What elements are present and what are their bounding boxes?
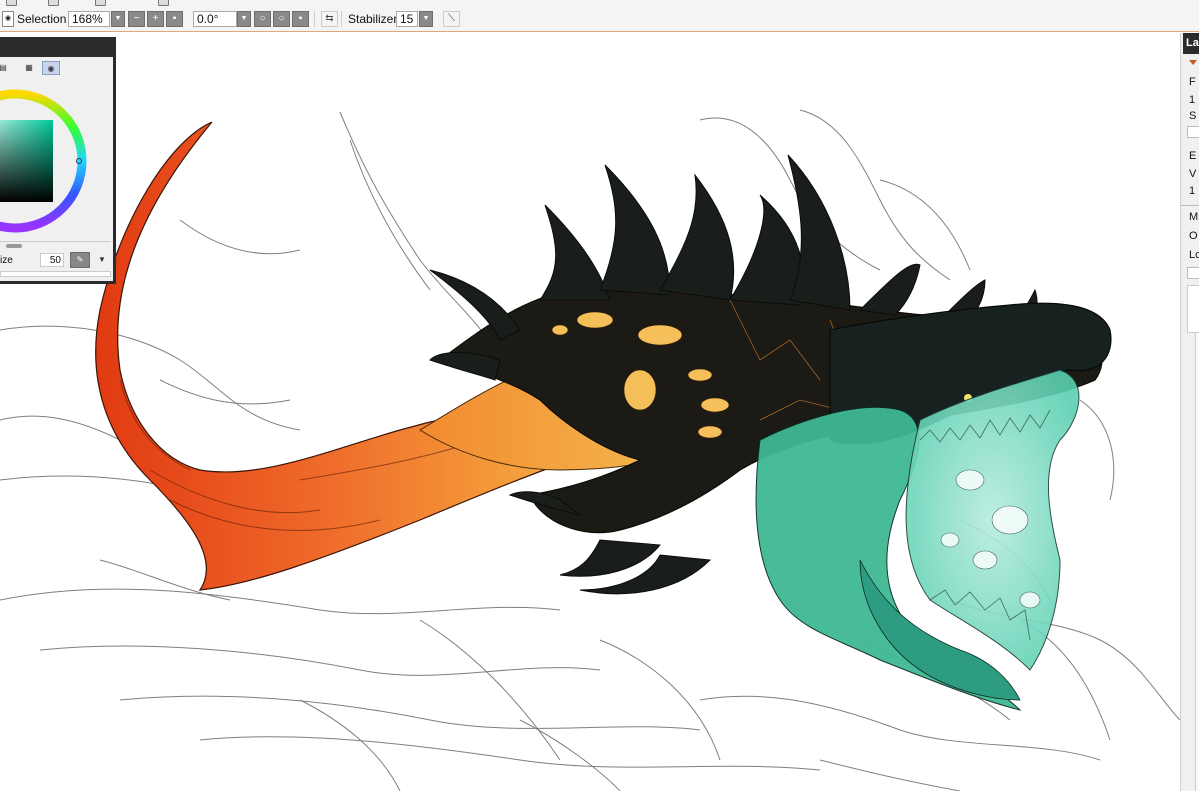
layer-lock-label: Lc [1189, 249, 1199, 261]
brush-size-label: ize [0, 255, 13, 266]
stabilizer-label: Stabilizer [348, 12, 398, 26]
layer-opacity-label: O [1189, 230, 1198, 242]
zoom-plus-icon[interactable]: + [147, 11, 164, 27]
layer-prop-label: 1 [1189, 94, 1196, 106]
toolbar-divider [314, 11, 315, 27]
rotate-reset-icon[interactable]: ▪ [292, 11, 309, 27]
layer-prop-label: 1 [1189, 185, 1196, 197]
layer-panel: La F 1 S E V 1 M O Lc [1180, 33, 1199, 791]
brush-size-chevron-down-icon[interactable]: ▼ [98, 253, 106, 267]
stabilizer-dropdown-chevron-down-icon[interactable]: ▼ [419, 11, 433, 27]
color-panel-body: ▤ ▦ ◉ ize 50 ✎ ▼ [0, 57, 113, 281]
zoom-reset-icon[interactable]: ▪ [166, 11, 183, 27]
layer-panel-title: La [1183, 33, 1199, 54]
color-slider-handle[interactable] [6, 244, 22, 248]
selection-label[interactable]: Selection [17, 11, 66, 27]
rotation-dropdown-chevron-down-icon[interactable]: ▼ [237, 11, 251, 27]
color-slider-track[interactable] [0, 241, 111, 242]
canvas-toolbar: ◉ Selection 168% ▼ − + ▪ 0.0° ▼ ○ ○ ▪ ⇆ … [0, 6, 1199, 32]
drawing-canvas[interactable] [0, 33, 1180, 791]
brush-size-pen-icon[interactable]: ✎ [70, 252, 90, 268]
layer-list[interactable] [1195, 333, 1199, 791]
color-panel-bottom-bar [0, 271, 111, 277]
layer-prop-label: V [1189, 168, 1197, 180]
color-panel: ▤ ▦ ◉ ize 50 ✎ ▼ [0, 37, 116, 284]
rotate-left-icon[interactable]: ○ [254, 11, 271, 27]
rotate-right-icon[interactable]: ○ [273, 11, 290, 27]
layer-lock-field[interactable] [1187, 267, 1199, 279]
brush-size-field[interactable]: 50 [40, 253, 64, 267]
layer-prop-label: S [1189, 110, 1197, 122]
zoom-dropdown-chevron-down-icon[interactable]: ▼ [111, 11, 125, 27]
layer-prop-label: F [1189, 76, 1196, 88]
layer-panel-expand-icon[interactable] [1189, 60, 1197, 65]
flip-icon[interactable]: ⇆ [321, 11, 338, 27]
rotation-field[interactable]: 0.0° [193, 11, 237, 27]
zoom-field[interactable]: 168% [68, 11, 110, 27]
color-wheel[interactable] [0, 57, 113, 247]
brush-icon[interactable]: ⟍ [443, 11, 460, 27]
layer-toolbar[interactable] [1187, 285, 1199, 333]
layer-panel-divider [1181, 205, 1199, 206]
selection-icon[interactable]: ◉ [2, 11, 14, 27]
zoom-minus-icon[interactable]: − [128, 11, 145, 27]
toolbar-divider [341, 11, 342, 27]
layer-prop-label: E [1189, 150, 1197, 162]
dragon-artwork [0, 109, 1180, 791]
layer-mode-label: M [1189, 211, 1199, 223]
layer-prop-checkbox[interactable] [1187, 126, 1199, 138]
stabilizer-field[interactable]: 15 [396, 11, 418, 27]
